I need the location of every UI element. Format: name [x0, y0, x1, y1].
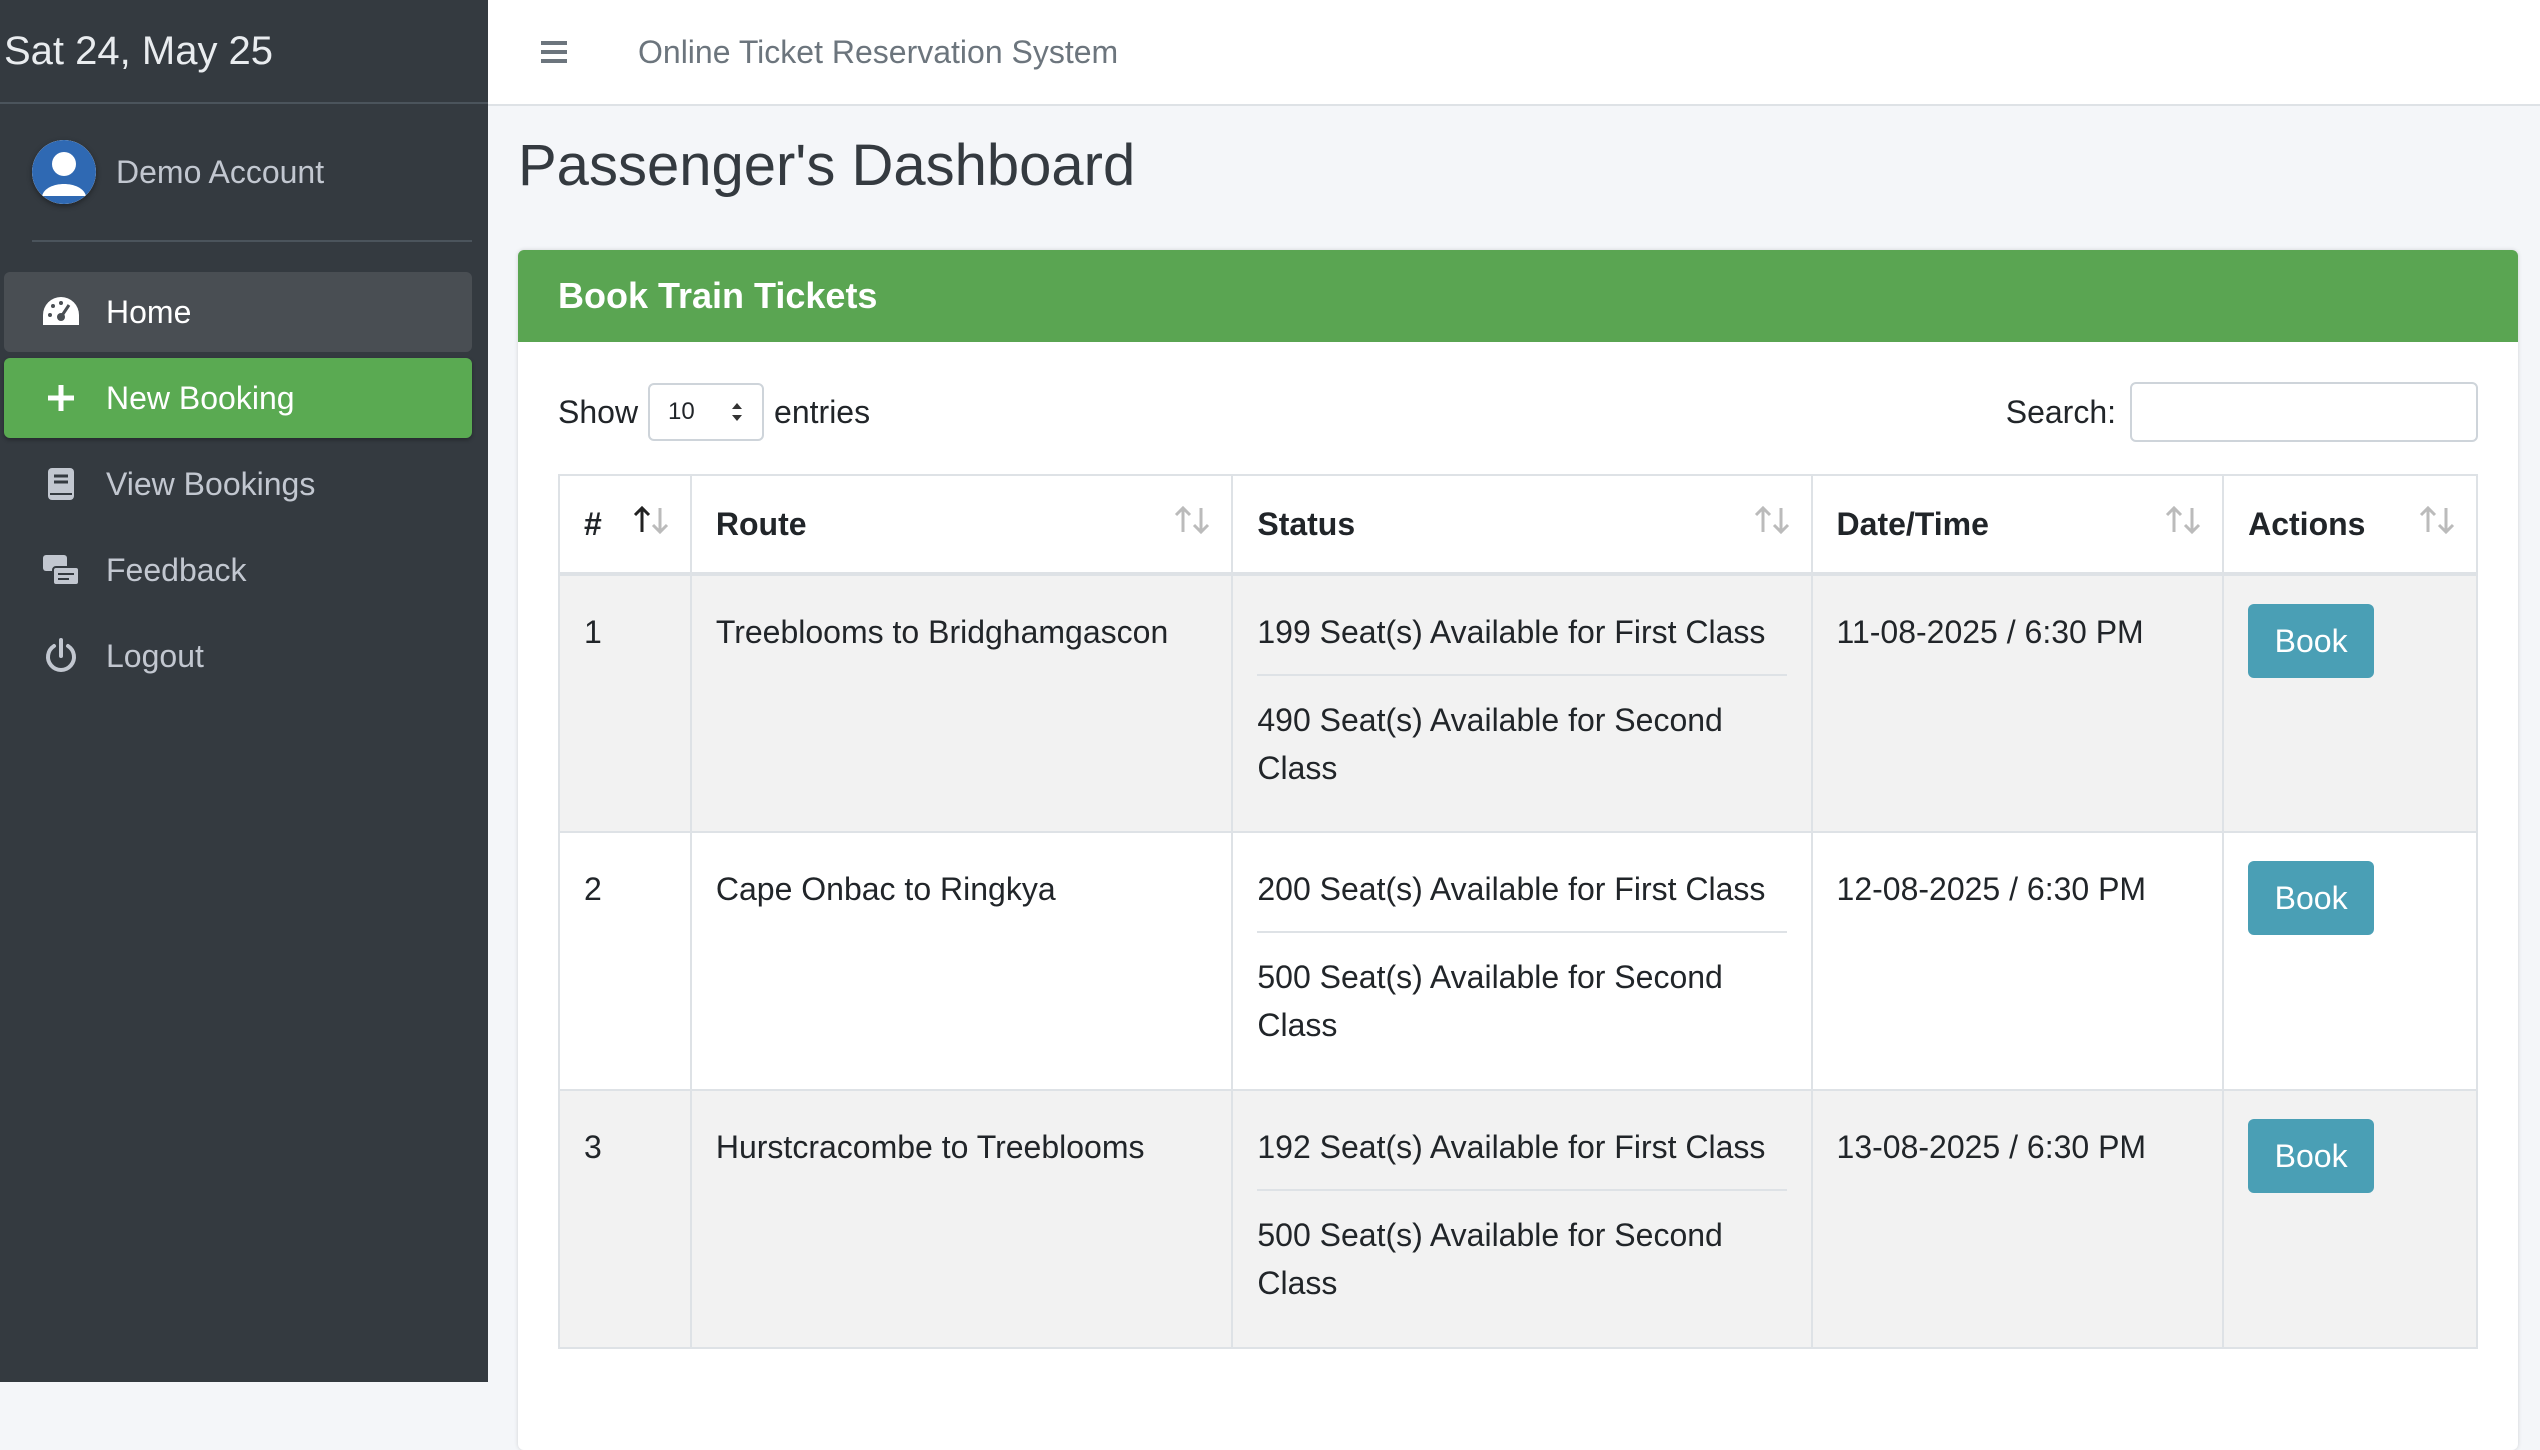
book-button[interactable]: Book: [2248, 604, 2375, 678]
cell-route: Cape Onbac to Ringkya: [689, 831, 1234, 1091]
book-icon: [40, 463, 82, 505]
sidebar-date: Sat 24, May 25: [0, 0, 488, 104]
sort-icon: [1173, 504, 1213, 544]
column-header-actions[interactable]: Actions: [2222, 474, 2478, 576]
sidebar-item-label: Home: [106, 293, 192, 330]
sidebar-item-logout[interactable]: Logout: [4, 616, 472, 696]
entries-select[interactable]: 10: [648, 383, 765, 441]
cell-route: Hurstcracombe to Treeblooms: [689, 1089, 1234, 1349]
first-class-status: 200 Seat(s) Available for First Class: [1257, 865, 1787, 933]
table-controls: Show 10 entries Search:: [558, 382, 2478, 442]
sidebar-item-label: Feedback: [106, 551, 247, 588]
booking-card: Book Train Tickets Show 10 entries Searc…: [518, 250, 2518, 1450]
column-header-datetime[interactable]: Date/Time: [1810, 474, 2225, 576]
second-class-status: 490 Seat(s) Available for Second Class: [1257, 702, 1723, 786]
book-button[interactable]: Book: [2248, 1119, 2375, 1193]
avatar: [32, 140, 96, 204]
sidebar: Sat 24, May 25 Demo Account Home New Boo…: [0, 0, 488, 1382]
power-icon: [40, 635, 82, 677]
book-button[interactable]: Book: [2248, 861, 2375, 935]
entries-label: entries: [774, 393, 871, 430]
column-header-status[interactable]: Status: [1231, 474, 1813, 576]
sidebar-item-label: View Bookings: [106, 465, 316, 502]
search-filter: Search:: [2006, 382, 2478, 442]
cell-actions: Book: [2222, 573, 2478, 833]
show-label: Show: [558, 393, 639, 430]
search-label: Search:: [2005, 393, 2116, 430]
sort-icon: [2418, 504, 2458, 544]
cell-number: 2: [558, 831, 692, 1091]
column-header-number[interactable]: #: [558, 474, 692, 576]
cell-actions: Book: [2222, 831, 2478, 1091]
second-class-status: 500 Seat(s) Available for Second Class: [1257, 959, 1723, 1043]
cell-actions: Book: [2222, 1089, 2478, 1349]
select-arrows-icon: [732, 403, 743, 421]
cell-number: 1: [558, 573, 692, 833]
entries-value: 10: [668, 398, 695, 425]
cell-datetime: 11-08-2025 / 6:30 PM: [1810, 573, 2225, 833]
sidebar-nav: Home New Booking View Bookings Feedback …: [4, 272, 472, 702]
user-avatar-icon: [32, 140, 96, 204]
sidebar-item-new-booking[interactable]: New Booking: [4, 358, 472, 438]
first-class-status: 192 Seat(s) Available for First Class: [1257, 1123, 1787, 1191]
user-panel[interactable]: Demo Account: [32, 104, 472, 242]
table-row: 1 Treeblooms to Bridghamgascon 199 Seat(…: [558, 573, 2478, 833]
card-title: Book Train Tickets: [518, 250, 2518, 342]
cell-status: 200 Seat(s) Available for First Class 50…: [1231, 831, 1813, 1091]
entries-length: Show 10 entries: [558, 382, 870, 442]
sidebar-item-home[interactable]: Home: [4, 272, 472, 352]
sort-asc-icon: [632, 504, 672, 544]
feedback-icon: [40, 549, 82, 591]
column-header-route[interactable]: Route: [689, 474, 1234, 576]
user-name: Demo Account: [116, 153, 325, 190]
table-header-row: # Route Status Date/Time Actions: [558, 474, 2478, 576]
plus-icon: [40, 377, 82, 419]
dashboard-icon: [40, 291, 82, 333]
sidebar-item-view-bookings[interactable]: View Bookings: [4, 444, 472, 524]
cell-status: 199 Seat(s) Available for First Class 49…: [1231, 573, 1813, 833]
sidebar-item-label: Logout: [106, 637, 204, 674]
search-input[interactable]: [2130, 382, 2478, 442]
table-row: 2 Cape Onbac to Ringkya 200 Seat(s) Avai…: [558, 831, 2478, 1091]
sort-icon: [2164, 504, 2204, 544]
second-class-status: 500 Seat(s) Available for Second Class: [1257, 1217, 1723, 1301]
page-title: Passenger's Dashboard: [518, 133, 1136, 198]
cell-datetime: 12-08-2025 / 6:30 PM: [1810, 831, 2225, 1091]
cell-route: Treeblooms to Bridghamgascon: [689, 573, 1234, 833]
cell-datetime: 13-08-2025 / 6:30 PM: [1810, 1089, 2225, 1349]
first-class-status: 199 Seat(s) Available for First Class: [1257, 608, 1787, 676]
system-title-link[interactable]: Online Ticket Reservation System: [638, 34, 1118, 71]
cell-number: 3: [558, 1089, 692, 1349]
cell-status: 192 Seat(s) Available for First Class 50…: [1231, 1089, 1813, 1349]
sort-icon: [1753, 504, 1793, 544]
sidebar-item-label: New Booking: [106, 379, 295, 416]
table-row: 3 Hurstcracombe to Treeblooms 192 Seat(s…: [558, 1089, 2478, 1349]
top-navbar: Online Ticket Reservation System: [488, 0, 2540, 106]
sidebar-item-feedback[interactable]: Feedback: [4, 530, 472, 610]
bookings-table: # Route Status Date/Time Actions 1 Treeb…: [558, 474, 2478, 1349]
menu-toggle-icon[interactable]: [534, 32, 574, 72]
